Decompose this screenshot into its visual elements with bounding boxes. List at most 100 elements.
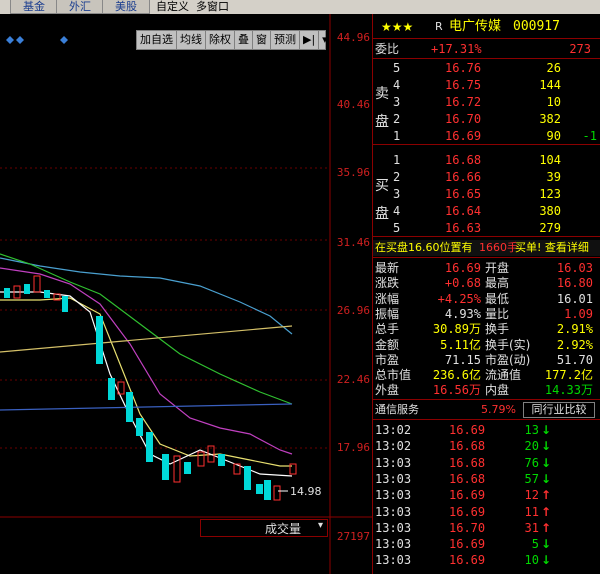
kline-chart[interactable]: 加自选 均线 除权 叠 窗 预测 ▶| ▾ 44.96 40.46 35.96 …	[0, 14, 372, 574]
bid-price: 16.65	[445, 187, 482, 201]
bid-row[interactable]: 5 16.63 279	[373, 220, 600, 236]
industry-change: 5.79%	[481, 403, 516, 416]
bid-row[interactable]: 4 16.64 380	[373, 203, 600, 219]
play-icon[interactable]: ▶|	[300, 31, 320, 49]
stat-value: 16.03	[556, 261, 593, 275]
stock-header: ★★★ R 电广传媒 000917	[373, 17, 600, 37]
tick-time: 13:03	[375, 553, 412, 568]
bid-row[interactable]: 1 16.68 104	[373, 152, 600, 168]
ask-row[interactable]: 5 16.76 26	[373, 60, 600, 76]
stat-value: 30.89万	[432, 322, 481, 337]
chevron-down-icon[interactable]: ▾	[319, 31, 331, 49]
volume-selector[interactable]: 成交量 ▾	[200, 519, 328, 537]
tick-row: 13:02 16.68 20 ↓	[373, 438, 600, 454]
bid-row[interactable]: 2 16.66 39	[373, 169, 600, 185]
industry-compare-button[interactable]: 同行业比较	[523, 402, 595, 418]
notice-action-link[interactable]: 买单! 查看详细	[515, 240, 589, 256]
moving-average-button[interactable]: 均线	[177, 31, 206, 49]
price-tick: 22.46	[336, 373, 370, 386]
ask-price: 16.76	[445, 61, 482, 75]
tick-row: 13:03 16.68 76 ↓	[373, 455, 600, 471]
divider	[373, 144, 600, 145]
stat-label: 总市值	[375, 368, 412, 383]
notice-bar[interactable]: 在买盘16.60位置有 1660手 买单! 查看详细	[373, 240, 600, 256]
stock-name: 电广传媒	[449, 19, 502, 34]
multi-window-menu[interactable]: 多窗口	[196, 0, 229, 14]
window-button[interactable]: 窗	[253, 31, 271, 49]
ask-row[interactable]: 2 16.70 382	[373, 111, 600, 127]
ask-price: 16.70	[445, 112, 482, 126]
bid-level: 3	[393, 187, 401, 201]
ex-rights-button[interactable]: 除权	[206, 31, 235, 49]
tick-price: 16.69	[449, 488, 486, 503]
tick-direction-icon: ↓	[541, 553, 552, 568]
overlay-button[interactable]: 叠	[235, 31, 253, 49]
stat-row: 总市值 236.6亿 流通值 177.2亿	[373, 367, 600, 383]
ask-row[interactable]: 1 16.69 90 -1	[373, 128, 600, 144]
stat-label: 总手	[375, 322, 400, 337]
ma-250-line	[0, 325, 293, 353]
ask-row[interactable]: 4 16.75 144	[373, 77, 600, 93]
stat-label: 量比	[485, 306, 510, 321]
tick-direction-icon: ↓	[541, 423, 552, 437]
divider	[373, 257, 600, 258]
price-tick: 31.46	[336, 236, 370, 249]
tick-time: 13:03	[375, 455, 412, 470]
custom-menu[interactable]: 自定义	[156, 0, 189, 14]
price-tick: 40.46	[336, 98, 370, 111]
divider	[373, 419, 600, 420]
tick-time: 13:03	[375, 488, 412, 503]
tick-row: 13:03 16.69 10 ↓	[373, 552, 600, 568]
price-tick: 26.96	[336, 304, 370, 317]
bid-volume: 39	[546, 170, 561, 184]
tick-direction-icon: ↓	[541, 471, 552, 486]
bid-volume: 380	[539, 204, 561, 218]
volume-label: 成交量	[265, 522, 302, 536]
tick-direction-icon: ↓	[541, 439, 552, 454]
stat-row: 最新 16.69 开盘 16.03	[373, 260, 600, 276]
ask-row[interactable]: 3 16.72 10	[373, 94, 600, 110]
tab-forex[interactable]: 外汇	[56, 0, 104, 14]
stat-label: 涨幅	[375, 291, 400, 306]
stat-label: 最高	[485, 276, 510, 291]
ask-price: 16.75	[445, 78, 482, 92]
divider	[373, 38, 600, 39]
top-tab-bar: 基金 外汇 美股 自定义 多窗口	[0, 0, 600, 14]
stat-row: 金额 5.11亿 换手(实) 2.92%	[373, 337, 600, 353]
stat-label: 最低	[485, 291, 510, 306]
tick-direction-icon: ↓	[541, 537, 552, 552]
tick-time: 13:03	[375, 537, 412, 552]
bid-level: 1	[393, 153, 401, 167]
tab-fund[interactable]: 基金	[10, 0, 58, 14]
ask-price: 16.69	[445, 129, 482, 143]
stat-value: 1.09	[564, 306, 593, 321]
stat-value: 5.11亿	[440, 337, 481, 352]
rating-stars: ★★★	[381, 20, 414, 34]
ma-30-line	[0, 253, 293, 405]
stat-label: 市盈	[375, 352, 400, 367]
bid-row[interactable]: 3 16.65 123	[373, 186, 600, 202]
industry-name: 通信服务	[375, 403, 419, 416]
stat-label: 开盘	[485, 261, 510, 275]
price-tick: 44.96	[336, 31, 370, 44]
order-ratio-value: +17.31%	[431, 42, 482, 56]
stat-label: 金额	[375, 337, 400, 352]
ask-price: 16.72	[445, 95, 482, 109]
low-price-label: 14.98	[290, 485, 322, 498]
tick-row: 13:03 16.69 12 ↑	[373, 487, 600, 503]
stock-flag: R	[435, 20, 443, 33]
ask-volume: 26	[546, 61, 561, 75]
tick-price: 16.68	[449, 471, 486, 486]
tick-row: 13:03 16.69 5 ↓	[373, 536, 600, 552]
price-tick: 35.96	[336, 166, 370, 179]
add-watchlist-button[interactable]: 加自选	[137, 31, 177, 49]
stat-label: 涨跌	[375, 276, 400, 291]
stat-value: 16.56万	[432, 383, 481, 398]
tick-volume: 76	[524, 455, 539, 470]
divider	[373, 399, 600, 400]
forecast-button[interactable]: 预测	[271, 31, 300, 49]
order-ratio-label: 委比	[375, 42, 400, 56]
stat-label: 换手	[485, 322, 510, 337]
notice-volume: 1660手	[479, 241, 518, 254]
tab-us-stocks[interactable]: 美股	[102, 0, 150, 14]
